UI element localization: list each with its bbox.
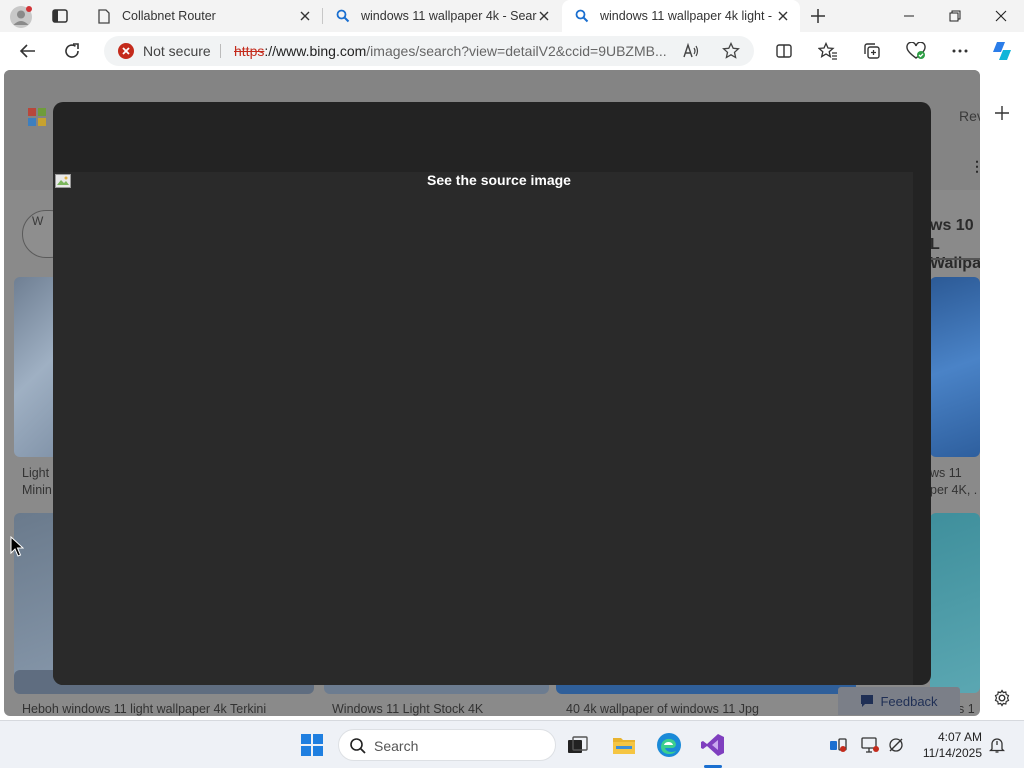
taskbar-search-box[interactable]: Search (338, 729, 556, 761)
favorites-icon[interactable] (818, 41, 838, 61)
feedback-label: Feedback (880, 693, 938, 709)
clock-date: 11/14/2025 (922, 746, 982, 760)
browser-essentials-icon[interactable] (906, 41, 926, 61)
url-path: /images/search?view=detailV2&ccid=9UBZMB… (366, 43, 667, 59)
file-explorer-icon[interactable] (610, 731, 638, 759)
tab-title: Collabnet Router (122, 9, 216, 23)
add-sidebar-app-icon[interactable] (992, 103, 1012, 123)
url-text[interactable]: https://www.bing.com/images/search?view=… (234, 43, 674, 59)
right-title-line2: Wallpa (930, 255, 980, 272)
search-icon (335, 8, 351, 24)
collections-icon[interactable] (862, 41, 882, 61)
notifications-icon[interactable] (988, 736, 1006, 754)
caption-line: Minin (22, 483, 52, 497)
tab-bar: Collabnet Router windows 11 wallpaper 4k… (0, 0, 1024, 32)
refresh-button[interactable] (62, 41, 82, 61)
tab-title: windows 11 wallpaper 4k - Search (361, 9, 537, 23)
favorite-star-icon[interactable] (722, 41, 740, 60)
feedback-icon (861, 695, 874, 707)
microsoft-logo-icon (28, 108, 46, 126)
divider (930, 258, 980, 260)
tab-wallpaper-4k-search[interactable]: windows 11 wallpaper 4k - Search (323, 0, 561, 32)
thumbnail-caption[interactable]: Light Minin (22, 465, 52, 499)
close-window-button[interactable] (978, 0, 1024, 32)
sidebar-settings-icon[interactable] (992, 688, 1012, 708)
thumbnail-caption[interactable]: Heboh windows 11 light wallpaper 4k Terk… (22, 701, 266, 716)
caption-line: ws 11 (930, 466, 962, 480)
more-options-icon[interactable]: ⋮ (970, 158, 980, 175)
visual-studio-icon[interactable] (699, 731, 727, 759)
url-host: ://www.bing.com (264, 43, 367, 59)
caption-line: per 4K, . (930, 483, 978, 497)
read-aloud-icon[interactable] (682, 42, 700, 60)
minimize-button[interactable] (886, 0, 932, 32)
windows-taskbar: Search 4:07 AM 11/14/2025 (0, 720, 1024, 768)
start-button-windows-icon[interactable] (301, 734, 323, 756)
url-protocol: https (234, 43, 265, 59)
search-icon (574, 8, 590, 24)
back-button[interactable] (18, 41, 38, 61)
image-stage (53, 172, 913, 685)
display-icon[interactable] (861, 736, 879, 754)
system-clock[interactable]: 4:07 AM 11/14/2025 (914, 729, 982, 761)
new-tab-button[interactable] (809, 7, 827, 25)
broken-image-icon (55, 174, 71, 188)
thumbnail-caption[interactable]: Windows 11 Light Stock 4K (332, 701, 483, 716)
copilot-icon[interactable] (990, 39, 1014, 63)
thumbnail-caption[interactable]: ws 11 per 4K, . (930, 465, 977, 499)
restore-button[interactable] (932, 0, 978, 32)
profile-avatar-icon[interactable] (10, 6, 32, 28)
close-icon[interactable] (537, 9, 551, 23)
microsoft-edge-icon[interactable] (655, 731, 683, 759)
network-disconnected-icon[interactable] (887, 736, 905, 754)
caption-line: Light (22, 466, 50, 480)
thumbnail-caption[interactable]: 40 4k wallpaper of windows 11 Jpg (566, 701, 759, 716)
search-icon (350, 738, 366, 754)
tab-wallpaper-4k-light-search[interactable]: windows 11 wallpaper 4k light - Search (562, 0, 800, 32)
not-secure-icon (118, 43, 134, 59)
divider (220, 44, 221, 58)
thumbnail-image[interactable] (930, 277, 980, 457)
address-bar[interactable]: Not secure https://www.bing.com/images/s… (104, 36, 754, 66)
search-placeholder: Search (374, 738, 419, 754)
security-indicator[interactable]: Not secure (118, 43, 211, 59)
rewards-link[interactable]: Rev (959, 108, 980, 124)
image-detail-modal: See the source image (53, 102, 931, 685)
address-toolbar: Not secure https://www.bing.com/images/s… (0, 32, 1024, 70)
page-icon (96, 8, 112, 24)
clock-time: 4:07 AM (937, 730, 982, 744)
close-icon[interactable] (776, 9, 790, 23)
tab-title: windows 11 wallpaper 4k light - Search (600, 9, 776, 23)
right-title-line1: ws 10 L (930, 217, 974, 253)
thumbnail-caption[interactable]: s 1 (958, 701, 975, 716)
more-options-icon[interactable] (950, 41, 970, 61)
close-icon[interactable] (298, 9, 312, 23)
thumbnail-image[interactable] (930, 513, 980, 693)
right-title: ws 10 L Wallpa (930, 216, 980, 273)
tab-collabnet-router[interactable]: Collabnet Router (84, 0, 322, 32)
security-label: Not secure (143, 43, 211, 59)
edge-sidebar (980, 70, 1024, 720)
chip-label: W (32, 214, 44, 228)
mouse-cursor-icon (10, 535, 25, 558)
network-device-icon[interactable] (829, 736, 847, 754)
feedback-button[interactable]: Feedback (838, 687, 960, 715)
see-source-image-link[interactable]: See the source image (427, 172, 571, 188)
tab-actions-icon[interactable] (51, 7, 69, 25)
task-view-icon[interactable] (564, 731, 592, 759)
split-screen-icon[interactable] (774, 41, 794, 61)
